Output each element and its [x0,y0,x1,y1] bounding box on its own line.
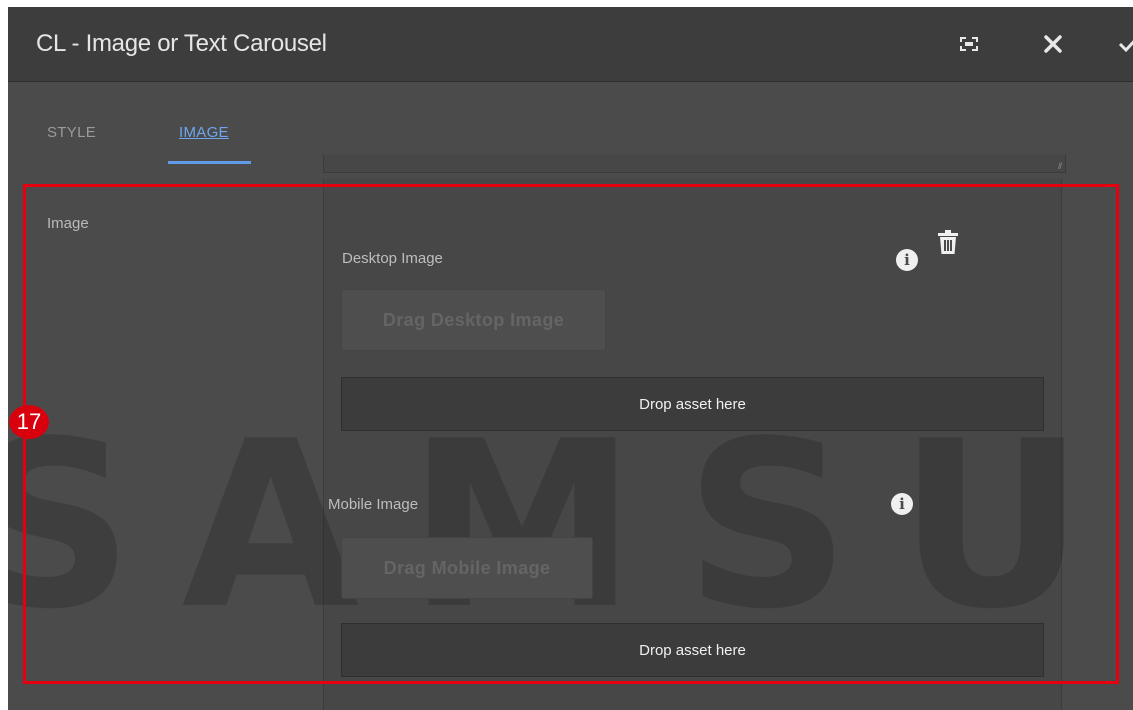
checkmark-icon [1118,40,1133,53]
drag-mobile-image-button[interactable]: Drag Mobile Image [341,537,593,599]
section-label-column [8,179,323,710]
mobile-image-label: Mobile Image [328,496,419,513]
active-tab-indicator [168,161,251,164]
done-button[interactable] [1112,27,1133,61]
dialog-title: CL - Image or Text Carousel [36,30,327,57]
tab-style[interactable]: STYLE [47,124,96,141]
resize-grip-icon[interactable]: // [1058,161,1062,171]
trash-icon[interactable] [936,229,960,255]
dialog: CL - Image or Text Carousel STYLE IMAGE … [8,7,1133,710]
close-button[interactable] [1036,27,1070,61]
annotation-step-badge: 17 [9,405,49,439]
dialog-titlebar: CL - Image or Text Carousel [8,7,1133,82]
desktop-image-label: Desktop Image [342,250,443,267]
fullscreen-icon [960,37,978,51]
drag-desktop-image-button[interactable]: Drag Desktop Image [341,289,606,351]
section-label: Image [47,215,89,232]
info-icon[interactable]: i [896,249,918,271]
info-icon-mobile[interactable]: i [891,493,913,515]
desktop-drop-zone[interactable]: Drop asset here [341,377,1044,431]
previous-textarea[interactable]: // [323,155,1066,173]
tab-image[interactable]: IMAGE [179,124,229,141]
close-icon [1044,35,1062,53]
mobile-drop-zone[interactable]: Drop asset here [341,623,1044,677]
fullscreen-button[interactable] [952,27,986,61]
